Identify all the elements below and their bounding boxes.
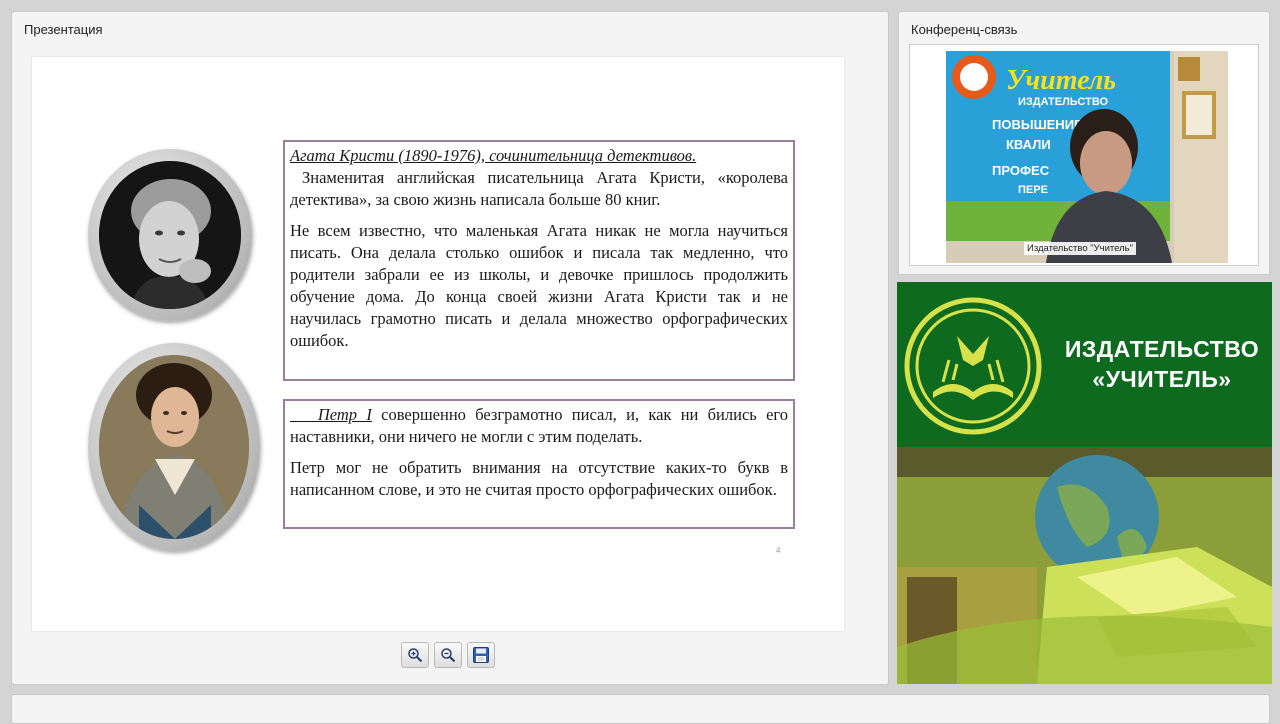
- peter-i-portrait: [88, 343, 260, 551]
- conference-title: Конференц-связь: [911, 22, 1018, 37]
- presentation-panel: Презентация Агата Кристи (1890-1976), со…: [11, 11, 889, 685]
- poster-line-3: ПРОФЕС: [992, 163, 1050, 178]
- agatha-paragraph-2: Не всем известно, что маленькая Агата ни…: [290, 221, 788, 350]
- zoom-out-button[interactable]: [434, 642, 462, 668]
- presentation-title: Презентация: [24, 22, 103, 37]
- agatha-paragraph-1: Знаменитая английская писательница Агата…: [290, 168, 788, 209]
- video-feed: Учитель ИЗДАТЕЛЬСТВО ПОВЫШЕНИЕ КВАЛИ ПРО…: [946, 51, 1228, 263]
- agatha-christie-textbox: Агата Кристи (1890-1976), сочинительница…: [283, 140, 795, 381]
- zoom-in-icon: [408, 648, 423, 663]
- peter-paragraph-2: Петр мог не обратить внимания на отсутст…: [290, 458, 788, 499]
- video-participant-label: Издательство "Учитель": [1024, 242, 1137, 255]
- banner-line-1: ИЗДАТЕЛЬСТВО: [1064, 336, 1260, 362]
- publisher-logo-icon: [904, 297, 1042, 435]
- floppy-disk-icon: [473, 647, 489, 663]
- conference-panel: Конференц-связь Учитель ИЗДАТЕЛЬСТВО ПОВ…: [898, 11, 1270, 275]
- agatha-heading: Агата Кристи (1890-1976), сочинительница…: [290, 146, 697, 165]
- poster-line-4: ПЕРЕ: [1018, 184, 1048, 196]
- banner-logo-area: ИЗДАТЕЛЬСТВО «УЧИТЕЛЬ»: [897, 282, 1272, 447]
- publisher-banner: ИЗДАТЕЛЬСТВО «УЧИТЕЛЬ»: [897, 282, 1272, 684]
- slide-page-number: 4: [776, 546, 781, 555]
- banner-books-image: [897, 447, 1272, 684]
- poster-line-2: КВАЛИ: [1006, 137, 1051, 152]
- agatha-christie-portrait: [88, 149, 252, 321]
- peter-i-textbox: Петр I совершенно безграмотно писал, и, …: [283, 399, 795, 529]
- peter-name: Петр I: [317, 405, 372, 424]
- poster-line-1: ПОВЫШЕНИЕ: [992, 117, 1083, 132]
- zoom-in-button[interactable]: [401, 642, 429, 668]
- video-window[interactable]: Учитель ИЗДАТЕЛЬСТВО ПОВЫШЕНИЕ КВАЛИ ПРО…: [909, 44, 1259, 266]
- poster-brand: Учитель: [1006, 65, 1116, 96]
- presentation-toolbar: [401, 642, 495, 668]
- save-button[interactable]: [467, 642, 495, 668]
- banner-line-2: «УЧИТЕЛЬ»: [1092, 366, 1232, 392]
- slide: Агата Кристи (1890-1976), сочинительница…: [32, 57, 844, 631]
- zoom-out-icon: [441, 648, 456, 663]
- poster-sub: ИЗДАТЕЛЬСТВО: [1018, 96, 1108, 108]
